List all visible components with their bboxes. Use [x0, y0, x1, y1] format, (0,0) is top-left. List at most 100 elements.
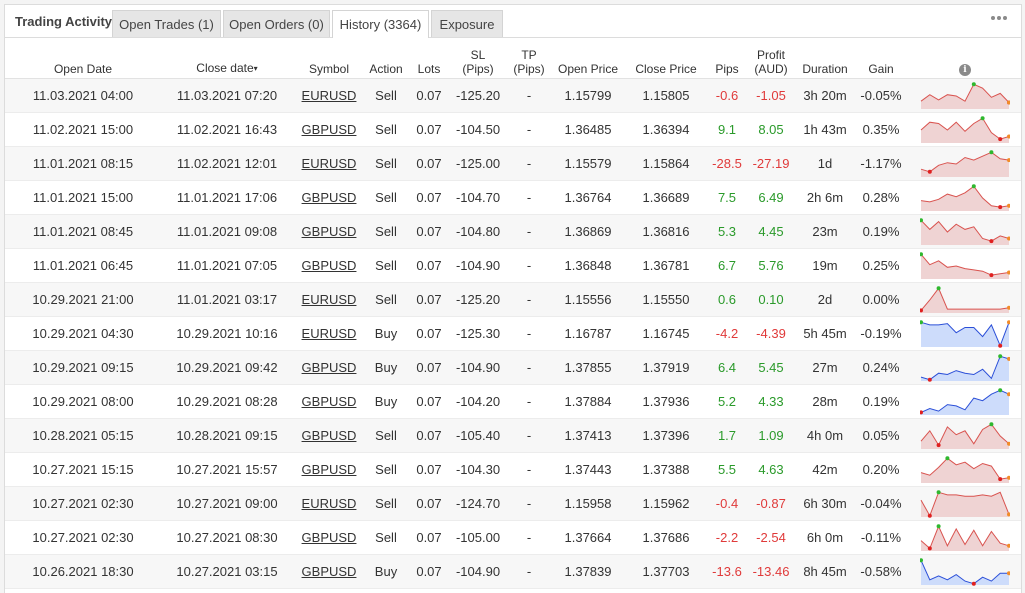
trade-sparkline[interactable]: [920, 285, 1010, 314]
open-price-cell: 1.36485: [564, 122, 612, 137]
symbol-link[interactable]: GBPUSD: [302, 530, 357, 545]
symbol-link[interactable]: EURUSD: [302, 88, 357, 103]
header-open-price[interactable]: Open Price: [553, 38, 623, 79]
tp-cell: -: [505, 146, 553, 181]
tp-cell: -: [505, 112, 553, 147]
open-date-cell: 11.01.2021 15:00: [5, 180, 161, 215]
profit-cell: -13.46: [745, 554, 797, 589]
table-row[interactable]: 11.01.2021 06:45 11.01.2021 07:05 GBPUSD Se…: [5, 248, 1021, 283]
table-row[interactable]: 11.01.2021 15:00 11.01.2021 17:06 GBPUSD Se…: [5, 180, 1021, 215]
trade-sparkline[interactable]: [920, 217, 1010, 246]
trade-sparkline[interactable]: [920, 81, 1010, 110]
trade-sparkline[interactable]: [920, 523, 1010, 552]
symbol-cell: GBPUSD: [293, 418, 365, 453]
symbol-cell: EURUSD: [293, 78, 365, 113]
more-options-icon[interactable]: [991, 10, 1011, 26]
trade-sparkline[interactable]: [920, 183, 1010, 212]
trade-sparkline[interactable]: [920, 115, 1010, 144]
lots-cell: 0.07: [416, 428, 442, 443]
header-tp[interactable]: TP (Pips): [505, 38, 553, 79]
table-row[interactable]: 11.03.2021 04:00 11.03.2021 07:20 EURUSD Se…: [5, 78, 1021, 113]
open-date-cell: 10.26.2021 18:30: [32, 564, 134, 579]
table-row[interactable]: 10.27.2021 02:30 10.27.2021 09:00 EURUSD Se…: [5, 486, 1021, 521]
lots-cell: 0.07: [407, 554, 451, 589]
header-duration[interactable]: Duration: [797, 38, 853, 79]
trade-sparkline[interactable]: [920, 421, 1010, 450]
duration-cell: 6h 0m: [806, 530, 844, 545]
tp-cell: -: [505, 282, 553, 317]
open-date-cell: 10.27.2021 15:15: [32, 462, 134, 477]
close-date-cell: 11.01.2021 09:08: [161, 214, 293, 249]
gain-cell: 0.19%: [853, 214, 909, 249]
symbol-link[interactable]: GBPUSD: [302, 258, 357, 273]
trade-sparkline[interactable]: [920, 319, 1010, 348]
table-row[interactable]: 11.02.2021 15:00 11.02.2021 16:43 GBPUSD Se…: [5, 112, 1021, 147]
symbol-link[interactable]: EURUSD: [302, 496, 357, 511]
header-pips[interactable]: Pips: [709, 38, 745, 79]
header-gain[interactable]: Gain: [853, 38, 909, 79]
symbol-link[interactable]: EURUSD: [302, 292, 357, 307]
duration-cell: 6h 30m: [797, 486, 853, 521]
symbol-link[interactable]: GBPUSD: [302, 224, 357, 239]
tab-exposure[interactable]: Exposure: [431, 10, 503, 37]
header-action[interactable]: Action: [365, 38, 407, 79]
trade-sparkline[interactable]: [920, 149, 1010, 178]
table-row[interactable]: 10.29.2021 08:00 10.29.2021 08:28 GBPUSD Bu…: [5, 384, 1021, 419]
symbol-link[interactable]: GBPUSD: [302, 360, 357, 375]
open-date-cell: 11.03.2021 04:00: [5, 78, 161, 113]
symbol-link[interactable]: EURUSD: [302, 156, 357, 171]
trade-sparkline[interactable]: [920, 557, 1010, 586]
info-icon[interactable]: i: [959, 64, 971, 76]
trade-sparkline[interactable]: [920, 455, 1010, 484]
open-price-cell: 1.15556: [553, 282, 623, 317]
tab-open-trades[interactable]: Open Trades (1): [112, 10, 221, 37]
gain-cell: -0.19%: [853, 316, 909, 351]
lots-cell: 0.07: [407, 214, 451, 249]
gain-cell: -0.58%: [853, 554, 909, 589]
pips-cell: 5.2: [709, 384, 745, 419]
trade-sparkline[interactable]: [920, 353, 1010, 382]
symbol-link[interactable]: GBPUSD: [302, 428, 357, 443]
table-row[interactable]: 11.01.2021 08:45 11.01.2021 09:08 GBPUSD Se…: [5, 214, 1021, 249]
symbol-link[interactable]: GBPUSD: [302, 122, 357, 137]
header-close-date[interactable]: Close date▾: [161, 38, 293, 79]
trade-sparkline[interactable]: [920, 251, 1010, 280]
tab-history[interactable]: History (3364): [332, 10, 429, 38]
close-price-cell: 1.37396: [642, 428, 690, 443]
table-row[interactable]: 10.26.2021 18:30 10.27.2021 03:15 GBPUSD Bu…: [5, 554, 1021, 589]
profit-cell: 0.10: [758, 292, 784, 307]
sl-cell: -125.30: [455, 326, 501, 341]
header-lots[interactable]: Lots: [407, 38, 451, 79]
action-cell: Buy: [365, 384, 407, 419]
header-symbol[interactable]: Symbol: [293, 38, 365, 79]
header-sl[interactable]: SL (Pips): [451, 38, 505, 79]
sl-cell: -125.00: [455, 156, 501, 171]
gain-cell: 0.25%: [862, 258, 900, 273]
trade-sparkline[interactable]: [920, 489, 1010, 518]
table-row[interactable]: 10.29.2021 21:00 11.01.2021 03:17 EURUSD Se…: [5, 282, 1021, 317]
tab-open-orders[interactable]: Open Orders (0): [223, 10, 330, 37]
symbol-link[interactable]: EURUSD: [302, 326, 357, 341]
header-open-date[interactable]: Open Date: [5, 38, 161, 79]
open-price-cell: 1.36869: [553, 214, 623, 249]
tp-cell: -: [526, 360, 532, 375]
symbol-link[interactable]: GBPUSD: [302, 394, 357, 409]
table-row[interactable]: 10.28.2021 05:15 10.28.2021 09:15 GBPUSD Se…: [5, 418, 1021, 453]
table-row[interactable]: 10.27.2021 15:15 10.27.2021 15:57 GBPUSD Se…: [5, 452, 1021, 487]
duration-cell: 23m: [797, 214, 853, 249]
table-row[interactable]: 11.01.2021 08:15 11.02.2021 12:01 EURUSD Se…: [5, 146, 1021, 181]
symbol-link[interactable]: GBPUSD: [302, 190, 357, 205]
symbol-link[interactable]: GBPUSD: [302, 462, 357, 477]
header-close-price[interactable]: Close Price: [623, 38, 709, 79]
symbol-link[interactable]: GBPUSD: [302, 564, 357, 579]
header-profit[interactable]: Profit (AUD): [745, 38, 797, 79]
table-row[interactable]: 10.29.2021 09:15 10.29.2021 09:42 GBPUSD Bu…: [5, 350, 1021, 385]
close-price-cell: 1.36816: [623, 214, 709, 249]
open-price-cell: 1.37839: [564, 564, 612, 579]
table-row[interactable]: 10.29.2021 04:30 10.29.2021 10:16 EURUSD Bu…: [5, 316, 1021, 351]
sl-cell: -105.40: [451, 418, 505, 453]
action-cell: Buy: [374, 360, 398, 375]
sl-cell: -104.50: [451, 112, 505, 147]
table-row[interactable]: 10.27.2021 02:30 10.27.2021 08:30 GBPUSD Se…: [5, 520, 1021, 555]
trade-sparkline[interactable]: [920, 387, 1010, 416]
